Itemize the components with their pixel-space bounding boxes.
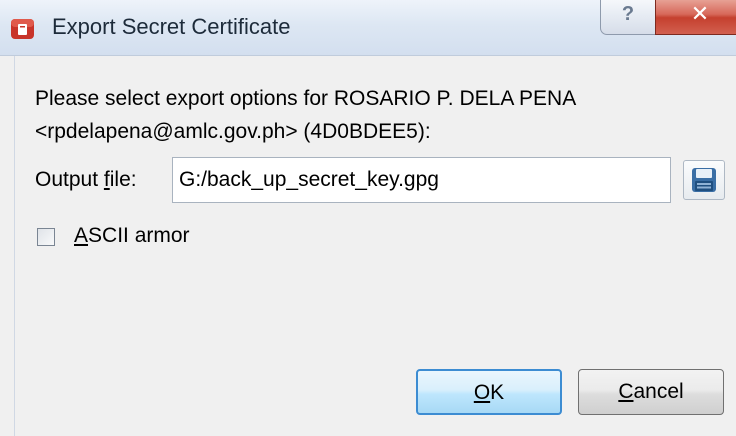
ascii-armor-checkbox[interactable] (37, 228, 55, 246)
dialog-body: Please select export options for ROSARIO… (14, 56, 736, 436)
ascii-armor-label[interactable]: ASCII armor (74, 224, 190, 248)
close-icon: ✕ (690, 1, 710, 26)
question-mark-icon: ? (621, 3, 635, 25)
export-description: Please select export options for ROSARIO… (35, 82, 735, 148)
app-icon (10, 16, 35, 41)
output-file-label: Output file: (35, 168, 137, 191)
cancel-button[interactable]: Cancel (578, 369, 724, 415)
description-line-2: <rpdelapena@amlc.gov.ph> (4D0BDEE5): (35, 120, 431, 143)
output-file-input[interactable] (172, 157, 671, 203)
close-button[interactable]: ✕ (655, 0, 736, 35)
browse-output-file-button[interactable] (683, 160, 725, 200)
window-title: Export Secret Certificate (52, 14, 291, 39)
description-line-1: Please select export options for ROSARIO… (35, 87, 577, 110)
ok-button[interactable]: OK (416, 369, 562, 415)
export-secret-certificate-dialog: Export Secret Certificate ? ✕ Please sel… (0, 0, 736, 436)
help-button[interactable]: ? (600, 0, 656, 35)
save-disk-icon (692, 168, 716, 192)
title-bar[interactable]: Export Secret Certificate ? ✕ (0, 0, 736, 56)
